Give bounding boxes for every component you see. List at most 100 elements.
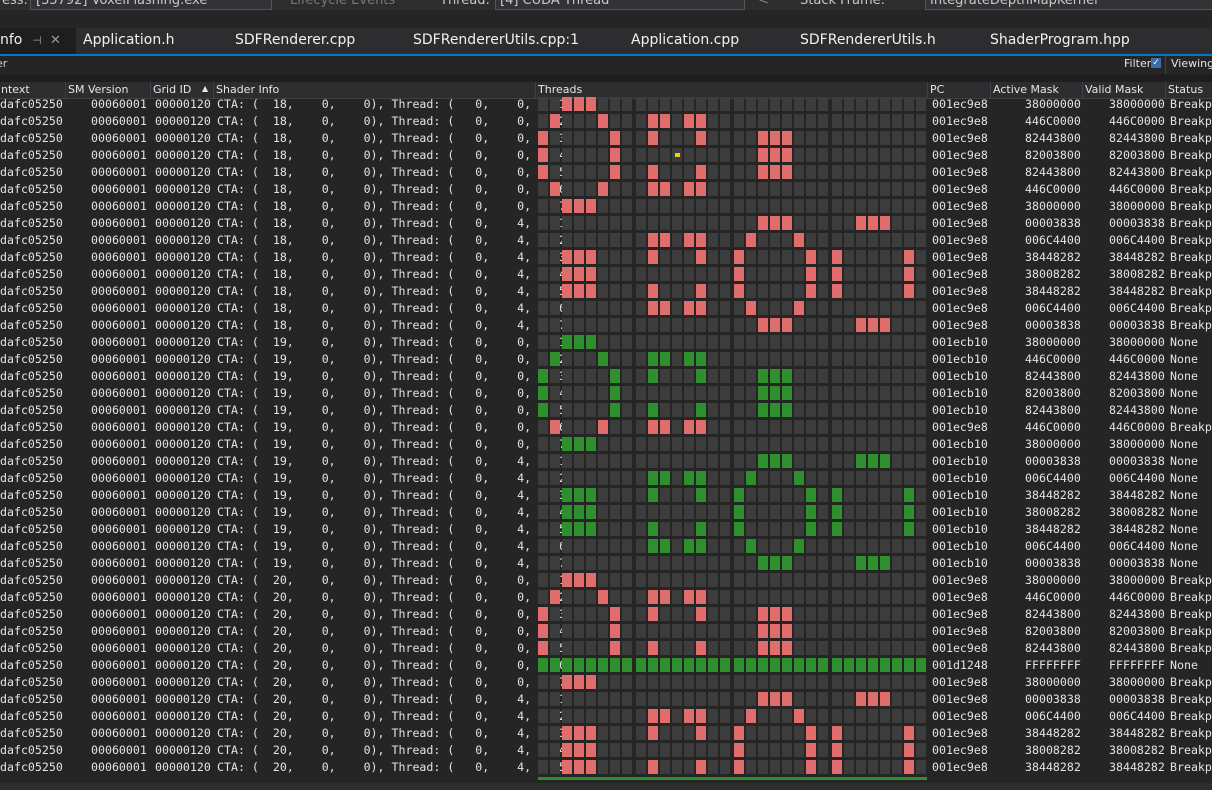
thread-lane-inactive[interactable]	[574, 709, 584, 723]
thread-lane-inactive[interactable]	[916, 641, 926, 655]
thread-lane-active[interactable]	[904, 284, 914, 298]
thread-lane-inactive[interactable]	[892, 165, 902, 179]
thread-lane-inactive[interactable]	[818, 420, 828, 434]
thread-lane-active[interactable]	[806, 488, 816, 502]
thread-lane-inactive[interactable]	[832, 607, 842, 621]
thread-lane-active[interactable]	[696, 539, 706, 553]
thread-lane-inactive[interactable]	[758, 301, 768, 315]
table-row[interactable]: dafc05250 00060001 00000120 CTA: ( 20, 0, 0…	[0, 673, 1212, 690]
thread-lane-inactive[interactable]	[758, 182, 768, 196]
thread-lane-inactive[interactable]	[880, 437, 890, 451]
thread-lane-inactive[interactable]	[538, 182, 548, 196]
thread-lane-inactive[interactable]	[916, 301, 926, 315]
thread-lane-inactive[interactable]	[782, 250, 792, 264]
thread-lane-inactive[interactable]	[622, 573, 632, 587]
thread-lane-inactive[interactable]	[622, 437, 632, 451]
thread-lane-inactive[interactable]	[636, 556, 646, 570]
thread-lane-inactive[interactable]	[832, 301, 842, 315]
thread-lane-inactive[interactable]	[892, 250, 902, 264]
thread-lane-inactive[interactable]	[880, 148, 890, 162]
thread-lane-inactive[interactable]	[672, 369, 682, 383]
thread-lane-inactive[interactable]	[598, 692, 608, 706]
thread-lane-inactive[interactable]	[916, 539, 926, 553]
thread-lane-inactive[interactable]	[844, 607, 854, 621]
thread-lane-active[interactable]	[904, 522, 914, 536]
thread-lane-inactive[interactable]	[782, 709, 792, 723]
thread-lane-inactive[interactable]	[770, 284, 780, 298]
thread-lane-inactive[interactable]	[782, 301, 792, 315]
thread-lane-active[interactable]	[770, 369, 780, 383]
thread-lane-inactive[interactable]	[782, 488, 792, 502]
thread-lane-inactive[interactable]	[844, 573, 854, 587]
thread-lane-inactive[interactable]	[610, 709, 620, 723]
thread-lane-inactive[interactable]	[832, 148, 842, 162]
thread-lane-inactive[interactable]	[904, 454, 914, 468]
thread-lane-inactive[interactable]	[684, 250, 694, 264]
thread-lane-inactive[interactable]	[550, 97, 560, 111]
thread-lane-active[interactable]	[538, 403, 548, 417]
thread-lane-inactive[interactable]	[818, 386, 828, 400]
thread-lane-inactive[interactable]	[672, 267, 682, 281]
thread-lane-inactive[interactable]	[806, 624, 816, 638]
thread-lane-inactive[interactable]	[622, 590, 632, 604]
thread-lane-active[interactable]	[660, 709, 670, 723]
thread-lane-inactive[interactable]	[622, 216, 632, 230]
thread-lane-inactive[interactable]	[648, 318, 658, 332]
thread-lane-inactive[interactable]	[598, 97, 608, 111]
thread-lane-inactive[interactable]	[734, 182, 744, 196]
thread-lane-active[interactable]	[868, 318, 878, 332]
thread-lane-inactive[interactable]	[648, 267, 658, 281]
thread-lane-inactive[interactable]	[794, 556, 804, 570]
thread-lane-inactive[interactable]	[586, 403, 596, 417]
table-row[interactable]: dafc05250 00060001 00000120 CTA: ( 19, 0, 0…	[0, 384, 1212, 401]
thread-lane-inactive[interactable]	[636, 760, 646, 774]
thread-lane-inactive[interactable]	[844, 216, 854, 230]
thread-lane-active[interactable]	[880, 216, 890, 230]
thread-lane-inactive[interactable]	[856, 267, 866, 281]
thread-lane-inactive[interactable]	[782, 539, 792, 553]
thread-lane-inactive[interactable]	[856, 284, 866, 298]
thread-lane-inactive[interactable]	[684, 726, 694, 740]
thread-lane-inactive[interactable]	[782, 760, 792, 774]
thread-lane-active[interactable]	[770, 386, 780, 400]
thread-lane-active[interactable]	[684, 182, 694, 196]
thread-lane-active[interactable]	[904, 505, 914, 519]
thread-lane-inactive[interactable]	[636, 216, 646, 230]
thread-lane-active[interactable]	[648, 607, 658, 621]
thread-lane-inactive[interactable]	[868, 97, 878, 111]
thread-lane-inactive[interactable]	[818, 539, 828, 553]
thread-lane-inactive[interactable]	[892, 301, 902, 315]
thread-lane-inactive[interactable]	[672, 403, 682, 417]
thread-lane-inactive[interactable]	[708, 522, 718, 536]
thread-lane-inactive[interactable]	[660, 760, 670, 774]
thread-lane-inactive[interactable]	[734, 335, 744, 349]
thread-lane-inactive[interactable]	[746, 216, 756, 230]
thread-lane-inactive[interactable]	[794, 641, 804, 655]
thread-lane-inactive[interactable]	[720, 301, 730, 315]
thread-lane-inactive[interactable]	[610, 318, 620, 332]
thread-lane-inactive[interactable]	[746, 318, 756, 332]
thread-lane-inactive[interactable]	[844, 335, 854, 349]
thread-lane-active[interactable]	[868, 658, 878, 672]
thread-lane-active[interactable]	[856, 454, 866, 468]
thread-lane-inactive[interactable]	[672, 335, 682, 349]
thread-lane-inactive[interactable]	[586, 539, 596, 553]
thread-lane-inactive[interactable]	[806, 709, 816, 723]
thread-lane-inactive[interactable]	[696, 743, 706, 757]
thread-lane-inactive[interactable]	[904, 420, 914, 434]
thread-lane-inactive[interactable]	[562, 624, 572, 638]
thread-lane-inactive[interactable]	[746, 692, 756, 706]
thread-lane-inactive[interactable]	[574, 165, 584, 179]
table-row[interactable]: dafc05250 00060001 00000120 CTA: ( 20, 0, 0…	[0, 639, 1212, 656]
thread-lane-active[interactable]	[720, 658, 730, 672]
thread-lane-inactive[interactable]	[610, 488, 620, 502]
thread-lane-inactive[interactable]	[806, 403, 816, 417]
thread-lane-active[interactable]	[648, 709, 658, 723]
thread-lane-inactive[interactable]	[856, 131, 866, 145]
thread-lane-inactive[interactable]	[916, 97, 926, 111]
thread-lane-inactive[interactable]	[770, 675, 780, 689]
thread-lane-inactive[interactable]	[586, 420, 596, 434]
thread-lane-inactive[interactable]	[818, 437, 828, 451]
thread-lane-inactive[interactable]	[818, 692, 828, 706]
thread-lane-inactive[interactable]	[818, 726, 828, 740]
